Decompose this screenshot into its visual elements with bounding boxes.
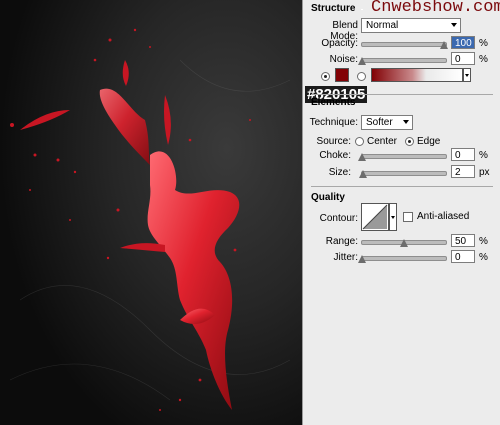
layer-style-panel: Cnwebshow.com Structure Blend Mode: Norm… xyxy=(302,0,500,425)
opacity-input[interactable]: 100 xyxy=(451,36,475,49)
jitter-slider[interactable] xyxy=(358,255,447,263)
noise-label: Noise: xyxy=(329,54,358,65)
structure-heading: Structure xyxy=(311,3,356,14)
chevron-down-icon xyxy=(391,216,395,219)
elements-heading: Elements xyxy=(311,97,356,108)
chevron-down-icon xyxy=(403,120,409,124)
blood-splash-illustration xyxy=(0,0,302,425)
noise-slider[interactable] xyxy=(358,57,447,65)
contour-label: Contour: xyxy=(319,213,358,224)
anti-aliased-checkbox[interactable] xyxy=(403,212,413,222)
source-edge-radio[interactable] xyxy=(405,137,414,146)
size-slider[interactable] xyxy=(359,170,447,178)
chevron-down-icon xyxy=(465,74,469,77)
range-slider[interactable] xyxy=(361,239,447,247)
range-input[interactable]: 50 xyxy=(451,234,475,247)
source-center-label: Center xyxy=(367,136,398,147)
contour-preview[interactable] xyxy=(361,203,389,231)
range-unit: % xyxy=(479,236,488,247)
anti-aliased-label: Anti-aliased xyxy=(417,211,470,222)
source-center-radio[interactable] xyxy=(355,137,364,146)
jitter-unit: % xyxy=(479,252,488,263)
chevron-down-icon xyxy=(451,23,457,27)
size-label: Size: xyxy=(328,167,351,178)
technique-value: Softer xyxy=(366,117,393,128)
gradient-dropdown-button[interactable] xyxy=(463,68,471,82)
choke-unit: % xyxy=(479,150,488,161)
choke-slider[interactable] xyxy=(358,153,447,161)
size-unit: px xyxy=(479,167,490,178)
choke-slider-thumb[interactable] xyxy=(358,153,366,161)
opacity-slider[interactable] xyxy=(361,41,448,49)
contour-dropdown-button[interactable] xyxy=(389,203,397,231)
size-input[interactable]: 2 xyxy=(451,165,475,178)
gradient-preview[interactable] xyxy=(371,68,463,82)
blend-mode-select[interactable]: Normal xyxy=(361,18,461,33)
technique-select[interactable]: Softer xyxy=(361,115,413,130)
noise-input[interactable]: 0 xyxy=(451,52,475,65)
noise-unit: % xyxy=(479,54,488,65)
source-edge-label: Edge xyxy=(417,136,441,147)
noise-slider-thumb[interactable] xyxy=(358,57,366,65)
source-label: Source: xyxy=(316,136,351,147)
watermark-text: Cnwebshow.com xyxy=(371,0,500,17)
choke-label: Choke: xyxy=(319,150,351,161)
jitter-slider-thumb[interactable] xyxy=(358,255,366,263)
glow-color-swatch[interactable] xyxy=(335,68,349,82)
range-slider-thumb[interactable] xyxy=(400,239,408,247)
artwork-canvas xyxy=(0,0,302,425)
opacity-slider-thumb[interactable] xyxy=(440,41,448,49)
choke-input[interactable]: 0 xyxy=(451,148,475,161)
gradient-radio[interactable] xyxy=(357,72,366,81)
jitter-input[interactable]: 0 xyxy=(451,250,475,263)
opacity-label: Opacity: xyxy=(321,38,358,49)
range-label: Range: xyxy=(325,236,358,247)
technique-label: Technique: xyxy=(309,117,358,128)
jitter-label: Jitter: xyxy=(333,252,358,263)
quality-heading: Quality xyxy=(311,192,345,203)
opacity-unit: % xyxy=(479,38,488,49)
size-slider-thumb[interactable] xyxy=(359,170,367,178)
solid-color-radio[interactable] xyxy=(321,72,330,81)
contour-curve-icon xyxy=(362,204,388,230)
blend-mode-value: Normal xyxy=(366,20,399,31)
